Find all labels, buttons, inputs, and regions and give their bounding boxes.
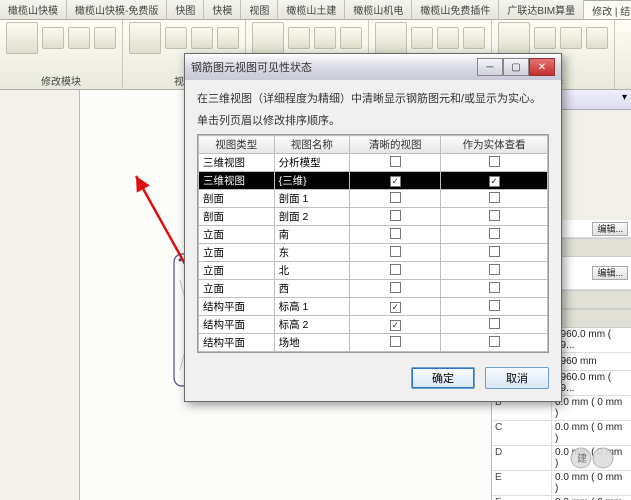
grid-header[interactable]: 视图类型 [199,136,275,154]
checkbox-clear[interactable] [390,176,401,187]
ribbon-icon[interactable] [586,27,608,49]
grid-row[interactable]: 立面西 [199,280,548,298]
dialog-titlebar[interactable]: 钢筋图元视图可见性状态 ─ ▢ ✕ [185,54,561,80]
edit-button[interactable]: 编辑... [592,222,628,236]
checkbox-clear[interactable] [390,210,401,221]
checkbox-solid[interactable] [489,282,500,293]
tab-3[interactable]: 快模 [204,0,241,19]
checkbox-clear[interactable] [390,228,401,239]
ribbon-icon[interactable] [375,22,407,54]
ribbon-icon[interactable] [94,27,116,49]
ribbon-icon[interactable] [560,27,582,49]
dialog-title: 钢筋图元视图可见性状态 [191,59,477,75]
tab-6[interactable]: 橄榄山机电 [345,0,412,19]
grid-row[interactable]: 立面南 [199,226,548,244]
checkbox-solid[interactable] [489,156,500,167]
checkbox-clear[interactable] [390,156,401,167]
checkbox-clear[interactable] [390,264,401,275]
checkbox-solid[interactable] [489,176,500,187]
dialog-desc-2: 单击列页眉以修改排序顺序。 [197,112,549,128]
ribbon-icon[interactable] [340,27,362,49]
grid-row[interactable]: 三维视图分析模型 [199,154,548,172]
checkbox-solid[interactable] [489,210,500,221]
checkbox-solid[interactable] [489,228,500,239]
tab-9[interactable]: 修改 | 结构钢筋 [584,0,631,19]
grid-row[interactable]: 结构平面标高 1 [199,298,548,316]
visibility-edit-button[interactable]: 编辑... [592,266,628,280]
grid-row[interactable]: 三维视图{三维} [199,172,548,190]
grid-header[interactable]: 清晰的视图 [350,136,441,154]
checkbox-solid[interactable] [489,300,500,311]
ribbon-icon[interactable] [463,27,485,49]
ribbon-icon[interactable] [191,27,213,49]
dialog-desc-1: 在三维视图（详细程度为精细）中清晰显示钢筋图元和/或显示为实心。 [197,90,549,106]
ribbon-icon[interactable] [411,27,433,49]
grid-header[interactable]: 作为实体查看 [441,136,548,154]
grid-row[interactable]: 结构平面场地 [199,334,548,352]
watermark: 建 [569,446,625,470]
checkbox-solid[interactable] [489,246,500,257]
ribbon-icon[interactable] [252,22,284,54]
checkbox-clear[interactable] [390,246,401,257]
dropdown-icon[interactable]: ▾ [622,92,627,107]
ribbon-icon[interactable] [534,27,556,49]
tab-2[interactable]: 快图 [167,0,204,19]
checkbox-solid[interactable] [489,318,500,329]
ribbon-icon[interactable] [437,27,459,49]
ribbon-icon[interactable] [129,22,161,54]
grid-row[interactable]: 剖面剖面 1 [199,190,548,208]
checkbox-solid[interactable] [489,264,500,275]
ribbon-icon[interactable] [217,27,239,49]
cancel-button[interactable]: 取消 [485,367,549,389]
grid-row[interactable]: 立面东 [199,244,548,262]
ribbon-icon[interactable] [42,27,64,49]
tab-4[interactable]: 视图 [241,0,278,19]
visibility-dialog: 钢筋图元视图可见性状态 ─ ▢ ✕ 在三维视图（详细程度为精细）中清晰显示钢筋图… [184,53,562,402]
ribbon-icon[interactable] [165,27,187,49]
checkbox-clear[interactable] [390,336,401,347]
canvas-left-panel [0,90,80,500]
ribbon-icon[interactable] [498,22,530,54]
ribbon-group-label: 修改模块 [6,72,116,88]
checkbox-clear[interactable] [390,320,401,331]
ribbon-group: 修改模块 [0,20,123,89]
ok-button[interactable]: 确定 [411,367,475,389]
close-button[interactable]: ✕ [529,58,555,76]
grid-header[interactable]: 视图名称 [274,136,350,154]
main-tabs: 橄榄山快模橄榄山快模-免费版快图快模视图橄榄山土建橄榄山机电橄榄山免费插件广联达… [0,0,631,20]
tab-7[interactable]: 橄榄山免费插件 [412,0,499,19]
ribbon-icon[interactable] [6,22,38,54]
tab-5[interactable]: 橄榄山土建 [278,0,345,19]
tab-8[interactable]: 广联达BIM算量 [499,0,584,19]
checkbox-clear[interactable] [390,302,401,313]
ribbon-icon[interactable] [314,27,336,49]
grid-row[interactable]: 结构平面标高 2 [199,316,548,334]
minimize-button[interactable]: ─ [477,58,503,76]
prop-row[interactable]: E0.0 mm ( 0 mm ) [492,471,631,496]
checkbox-clear[interactable] [390,282,401,293]
prop-row[interactable]: C0.0 mm ( 0 mm ) [492,421,631,446]
prop-row[interactable]: F0.0 mm ( 0 mm ) [492,496,631,500]
maximize-button[interactable]: ▢ [503,58,529,76]
checkbox-solid[interactable] [489,336,500,347]
grid-row[interactable]: 剖面剖面 2 [199,208,548,226]
ribbon-icon[interactable] [68,27,90,49]
grid-row[interactable]: 立面北 [199,262,548,280]
visibility-grid[interactable]: 视图类型视图名称清晰的视图作为实体查看三维视图分析模型三维视图{三维}剖面剖面 … [197,134,549,353]
ribbon-icon[interactable] [288,27,310,49]
checkbox-solid[interactable] [489,192,500,203]
tab-0[interactable]: 橄榄山快模 [0,0,67,19]
checkbox-clear[interactable] [390,192,401,203]
tab-1[interactable]: 橄榄山快模-免费版 [67,0,167,19]
svg-text:建: 建 [577,452,587,465]
